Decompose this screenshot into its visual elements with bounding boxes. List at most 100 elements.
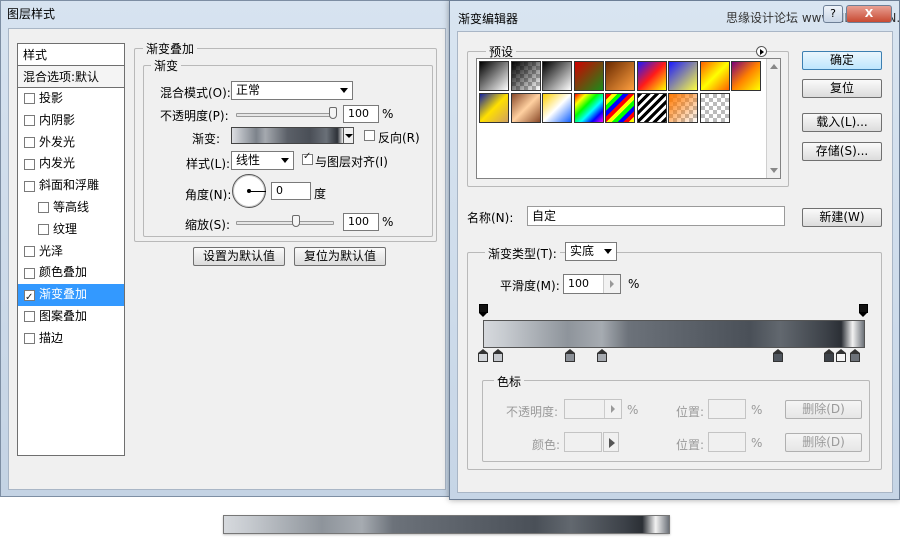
style-item[interactable]: 纹理 — [18, 219, 124, 241]
opacity-stop-left[interactable] — [479, 304, 488, 317]
gradient-type-select[interactable]: 实底 — [565, 242, 617, 261]
angle-input[interactable]: 0 — [271, 182, 311, 200]
stop-opacity-stepper[interactable] — [604, 400, 621, 418]
preset-gradient-swatch[interactable] — [605, 61, 635, 91]
preset-gradient-swatch[interactable] — [573, 61, 604, 91]
reset-button[interactable]: 复位 — [802, 79, 882, 98]
style-item[interactable]: 图案叠加 — [18, 306, 124, 328]
style-item-checkbox[interactable] — [24, 311, 35, 323]
load-button[interactable]: 载入(L)... — [802, 113, 882, 132]
style-item-checkbox[interactable] — [24, 267, 35, 279]
preset-gradient-swatch[interactable] — [510, 92, 541, 123]
gradient-style-select[interactable]: 线性 — [231, 151, 294, 170]
style-item[interactable]: 光泽 — [18, 241, 124, 263]
blend-options-item[interactable]: 混合选项:默认 — [18, 66, 124, 88]
style-item[interactable]: 渐变叠加 — [18, 284, 124, 308]
close-button[interactable]: X — [846, 5, 892, 23]
preset-gradient-swatch[interactable] — [605, 92, 635, 123]
angle-dial[interactable] — [232, 174, 266, 208]
preset-gradient-swatch[interactable] — [668, 61, 698, 91]
delete-opacity-stop-button[interactable]: 删除(D) — [785, 400, 862, 419]
preset-gradient-swatch[interactable] — [573, 92, 604, 123]
color-stop[interactable] — [836, 349, 846, 362]
opacity-stop-right[interactable] — [859, 304, 868, 317]
presets-scrollbar[interactable] — [766, 59, 780, 178]
smoothness-stepper[interactable] — [603, 275, 620, 293]
chevron-down-icon — [281, 158, 289, 163]
gradient-type-label: 渐变类型(T): — [485, 245, 560, 262]
opacity-slider-thumb[interactable] — [329, 107, 337, 119]
style-item[interactable]: 投影 — [18, 88, 124, 110]
preset-gradient-swatch[interactable] — [636, 92, 667, 123]
preset-gradient-swatch[interactable] — [542, 92, 572, 123]
style-item[interactable]: 斜面和浮雕 — [18, 175, 124, 197]
opacity-slider-track[interactable] — [236, 113, 334, 117]
preset-gradient-swatch[interactable] — [699, 61, 730, 91]
scroll-down-icon[interactable] — [770, 168, 778, 173]
presets-menu-button[interactable] — [756, 46, 767, 57]
stop-color-label: 颜色: — [532, 438, 561, 452]
save-button[interactable]: 存储(S)... — [802, 142, 882, 161]
style-item-checkbox[interactable] — [38, 224, 49, 236]
preset-gradient-swatch[interactable] — [479, 92, 509, 123]
preset-gradient-swatch[interactable] — [668, 92, 698, 123]
style-item[interactable]: 内阴影 — [18, 110, 124, 132]
stop-color-menu-button[interactable] — [603, 432, 619, 452]
style-item-checkbox[interactable] — [24, 115, 35, 127]
scroll-up-icon[interactable] — [770, 64, 778, 69]
stop-opacity-input[interactable] — [564, 399, 622, 419]
gradient-bar[interactable] — [483, 320, 865, 348]
style-list: 样式 混合选项:默认 投影内阴影外发光内发光斜面和浮雕等高线纹理光泽颜色叠加渐变… — [17, 43, 125, 456]
help-button[interactable]: ? — [823, 5, 843, 23]
gradient-picker-swatch[interactable] — [231, 127, 344, 144]
delete-color-stop-button[interactable]: 删除(D) — [785, 433, 862, 452]
preset-gradient-swatch[interactable] — [510, 61, 541, 91]
color-stop[interactable] — [478, 349, 488, 362]
scale-slider-track[interactable] — [236, 221, 334, 225]
preset-gradient-swatch[interactable] — [479, 61, 509, 91]
stop-color-swatch[interactable] — [564, 432, 602, 452]
style-item-checkbox[interactable] — [24, 333, 35, 345]
preset-gradient-swatch[interactable] — [542, 61, 572, 91]
make-default-button[interactable]: 设置为默认值 — [193, 247, 285, 266]
style-item-label: 颜色叠加 — [39, 265, 88, 280]
preset-gradient-swatch[interactable] — [636, 61, 667, 91]
style-item-checkbox[interactable] — [24, 136, 35, 148]
color-stop[interactable] — [597, 349, 607, 362]
opacity-input[interactable]: 100 — [343, 105, 379, 123]
style-item[interactable]: 内发光 — [18, 153, 124, 175]
scale-slider-thumb[interactable] — [292, 215, 300, 227]
name-input[interactable]: 自定 — [527, 206, 785, 226]
smoothness-input[interactable]: 100 — [563, 274, 621, 294]
style-item-checkbox[interactable] — [24, 93, 35, 105]
style-item-checkbox[interactable] — [38, 202, 49, 214]
style-item[interactable]: 颜色叠加 — [18, 262, 124, 284]
preset-gradient-swatch[interactable] — [731, 61, 761, 91]
style-item[interactable]: 描边 — [18, 328, 124, 350]
style-list-header[interactable]: 样式 — [18, 44, 124, 66]
gradient-editor-title: 渐变编辑器 — [458, 12, 519, 26]
style-item-checkbox[interactable] — [24, 287, 35, 308]
stop-color-location-input[interactable] — [708, 432, 746, 452]
stop-opacity-location-input[interactable] — [708, 399, 746, 419]
style-item[interactable]: 外发光 — [18, 132, 124, 154]
gradient-style-value: 线性 — [236, 153, 261, 167]
style-item-checkbox[interactable] — [24, 158, 35, 170]
ok-button[interactable]: 确定 — [802, 51, 882, 70]
align-with-layer-checkbox[interactable] — [302, 151, 313, 165]
style-item[interactable]: 等高线 — [18, 197, 124, 219]
reverse-checkbox[interactable] — [364, 130, 375, 141]
style-item-checkbox[interactable] — [24, 180, 35, 192]
color-stop[interactable] — [850, 349, 860, 362]
new-button[interactable]: 新建(W) — [802, 208, 882, 227]
gradient-picker-dropdown[interactable] — [343, 127, 354, 144]
scale-input[interactable]: 100 — [343, 213, 379, 231]
preset-gradient-swatch[interactable] — [699, 92, 730, 123]
color-stop[interactable] — [824, 349, 834, 362]
blend-mode-select[interactable]: 正常 — [231, 81, 353, 100]
color-stop[interactable] — [565, 349, 575, 362]
color-stop[interactable] — [773, 349, 783, 362]
reset-default-button[interactable]: 复位为默认值 — [294, 247, 386, 266]
color-stop[interactable] — [493, 349, 503, 362]
style-item-checkbox[interactable] — [24, 245, 35, 257]
